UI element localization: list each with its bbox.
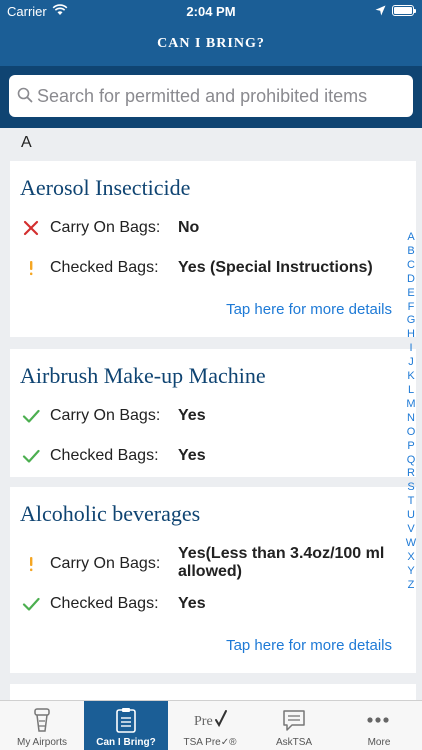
tab-my-airports[interactable]: My Airports: [0, 701, 84, 750]
status-bar: Carrier 2:04 PM: [0, 0, 422, 22]
index-letter[interactable]: G: [404, 314, 418, 328]
item-card[interactable]: Aerosol Insecticide Carry On Bags: No Ch…: [10, 161, 416, 337]
index-letter[interactable]: X: [404, 551, 418, 565]
tab-label: AskTSA: [275, 737, 313, 748]
tab-label: TSA Pre✓®: [183, 737, 237, 748]
tab-ask-tsa[interactable]: AskTSA: [252, 701, 336, 750]
checked-label: Checked Bags:: [50, 447, 159, 464]
index-letter[interactable]: Q: [404, 454, 418, 468]
search-input[interactable]: [37, 81, 405, 111]
permitted-check-icon: [22, 407, 40, 430]
index-letter[interactable]: M: [404, 398, 418, 412]
index-letter[interactable]: H: [404, 328, 418, 342]
index-letter[interactable]: J: [404, 356, 418, 370]
index-letter[interactable]: W: [404, 537, 418, 551]
item-card[interactable]: Alcoholic beverages Carry On Bags: Yes(L…: [10, 487, 416, 673]
index-letter[interactable]: F: [404, 301, 418, 315]
index-letter[interactable]: Y: [404, 565, 418, 579]
carry-on-row: Carry On Bags: Yes: [10, 407, 416, 429]
search-bar-container: [0, 66, 422, 128]
clipboard-icon: [114, 707, 138, 733]
checked-row: Checked Bags: Yes (Special Instructions): [10, 259, 416, 281]
section-letter: A: [21, 134, 32, 151]
tab-tsa-precheck[interactable]: Pre TSA Pre✓®: [168, 701, 252, 750]
item-title: Aerosol Insecticide: [20, 175, 191, 200]
carry-on-value: Yes: [178, 407, 206, 424]
carry-on-value: No: [178, 219, 200, 236]
chat-icon: [282, 707, 306, 733]
caution-exclamation-icon: [22, 555, 40, 578]
item-title: Alcoholic beverages: [20, 501, 201, 526]
carry-on-label: Carry On Bags:: [50, 555, 161, 572]
checked-value: Yes: [178, 447, 206, 464]
carry-on-row: Carry On Bags: Yes(Less than 3.4oz/100 m…: [10, 545, 416, 587]
index-letter[interactable]: N: [404, 412, 418, 426]
caution-exclamation-icon: [22, 259, 40, 282]
page-title: CAN I BRING?: [157, 36, 265, 51]
section-header: A: [0, 128, 422, 158]
index-letter[interactable]: U: [404, 509, 418, 523]
more-icon: [366, 707, 390, 733]
tab-label: More: [367, 737, 391, 748]
index-letter[interactable]: K: [404, 370, 418, 384]
carry-on-label: Carry On Bags:: [50, 219, 161, 236]
tab-label: Can I Bring?: [96, 737, 156, 748]
checked-value: Yes: [178, 595, 206, 612]
index-letter[interactable]: B: [404, 245, 418, 259]
more-details-link[interactable]: Tap here for more details: [226, 301, 392, 318]
search-icon: [17, 87, 33, 108]
carry-on-label: Carry On Bags:: [50, 407, 161, 424]
alphabet-index[interactable]: ABCDEFGHIJKLMNOPQRSTUVWXYZ: [404, 231, 418, 593]
index-letter[interactable]: D: [404, 273, 418, 287]
index-letter[interactable]: R: [404, 467, 418, 481]
tab-label: My Airports: [16, 737, 67, 748]
index-letter[interactable]: Z: [404, 579, 418, 593]
carry-on-row: Carry On Bags: No: [10, 219, 416, 241]
index-letter[interactable]: T: [404, 495, 418, 509]
item-title: Airbrush Make-up Machine: [20, 363, 266, 388]
index-letter[interactable]: I: [404, 342, 418, 356]
more-details-link[interactable]: Tap here for more details: [226, 637, 392, 654]
checked-value: Yes (Special Instructions): [178, 259, 373, 276]
search-box[interactable]: [9, 75, 413, 117]
checked-row: Checked Bags: Yes: [10, 595, 416, 617]
checked-label: Checked Bags:: [50, 259, 159, 276]
index-letter[interactable]: E: [404, 287, 418, 301]
index-letter[interactable]: O: [404, 426, 418, 440]
clock-time: 2:04 PM: [186, 4, 236, 19]
checked-label: Checked Bags:: [50, 595, 159, 612]
precheck-icon: Pre: [192, 707, 228, 733]
tab-bar: My Airports Can I Bring? Pre TSA Pre✓® A…: [0, 700, 422, 750]
item-card[interactable]: Airbrush Make-up Machine Carry On Bags: …: [10, 349, 416, 477]
permitted-check-icon: [22, 595, 40, 618]
tab-can-i-bring[interactable]: Can I Bring?: [84, 701, 168, 750]
index-letter[interactable]: V: [404, 523, 418, 537]
navigation-bar: CAN I BRING?: [0, 22, 422, 66]
index-letter[interactable]: P: [404, 440, 418, 454]
battery-icon: [392, 5, 416, 16]
tower-icon: [30, 707, 54, 733]
index-letter[interactable]: C: [404, 259, 418, 273]
prohibited-x-icon: [22, 219, 40, 242]
tab-more[interactable]: More: [336, 701, 422, 750]
carry-on-value: Yes(Less than 3.4oz/100 ml allowed): [178, 545, 385, 580]
checked-row: Checked Bags: Yes: [10, 447, 416, 469]
index-letter[interactable]: A: [404, 231, 418, 245]
location-arrow-icon: [375, 4, 386, 19]
svg-text:Pre: Pre: [194, 714, 213, 729]
index-letter[interactable]: S: [404, 481, 418, 495]
index-letter[interactable]: L: [404, 384, 418, 398]
permitted-check-icon: [22, 447, 40, 470]
